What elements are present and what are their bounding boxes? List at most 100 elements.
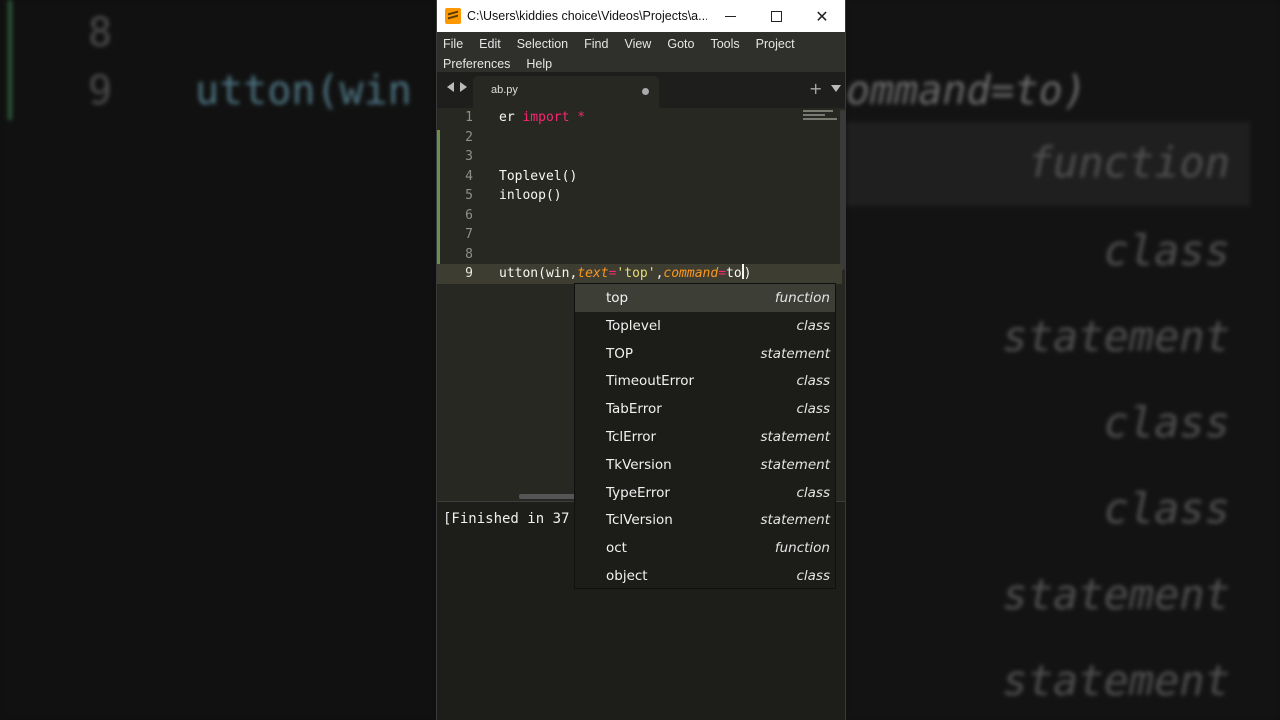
autocomplete-item[interactable]: top function <box>575 284 835 312</box>
completion-name: TypeError <box>606 484 670 501</box>
completion-name: Toplevel <box>606 317 661 334</box>
menu-help[interactable]: Help <box>526 54 552 74</box>
line-number: 2 <box>465 129 473 145</box>
autocomplete-item[interactable]: object class <box>575 562 835 590</box>
code-line: 1 er import * <box>437 108 845 128</box>
code-text: Toplevel() <box>499 168 578 184</box>
line-number: 9 <box>465 266 473 281</box>
completion-kind: function <box>774 290 830 306</box>
menu-goto[interactable]: Goto <box>667 34 694 54</box>
completion-kind: statement <box>760 512 830 529</box>
completion-name: TOP <box>606 345 634 362</box>
background-line-number: 8 <box>88 10 113 56</box>
completion-name: oct <box>606 540 627 557</box>
autocomplete-item[interactable]: oct function <box>575 534 835 562</box>
menu-preferences[interactable]: Preferences <box>443 54 510 74</box>
code-fragment: er <box>499 110 523 125</box>
menu-view[interactable]: View <box>624 34 651 54</box>
autocomplete-item[interactable]: TimeoutError class <box>575 367 835 395</box>
autocomplete-item[interactable]: TkVersion statement <box>575 451 835 479</box>
menu-file[interactable]: File <box>443 34 463 54</box>
completion-name: object <box>606 568 648 584</box>
completion-name: TabError <box>606 401 662 418</box>
menu-find[interactable]: Find <box>584 34 608 54</box>
line-number: 6 <box>465 207 473 223</box>
unsaved-dot-icon[interactable] <box>642 88 649 95</box>
code-fragment: * <box>569 110 586 125</box>
completion-kind: class <box>796 568 830 584</box>
autocomplete-item[interactable]: TclVersion statement <box>575 506 835 534</box>
autocomplete-item[interactable]: TOP statement <box>575 340 835 368</box>
line-number: 3 <box>465 149 473 164</box>
tab-left-arrow-icon[interactable] <box>447 82 454 92</box>
close-button[interactable]: ✕ <box>799 0 845 32</box>
line-number: 8 <box>465 246 473 262</box>
close-paren: ) <box>743 266 752 281</box>
menu-project[interactable]: Project <box>756 34 795 54</box>
autocomplete-item[interactable]: TypeError class <box>575 479 835 507</box>
menu-edit[interactable]: Edit <box>479 34 501 54</box>
autocomplete-popup[interactable]: top function Toplevel class TOP statemen… <box>574 283 836 589</box>
code-line: 8 <box>437 245 845 265</box>
tab-label: ab.py <box>491 84 518 96</box>
minimize-button[interactable] <box>707 0 753 32</box>
operator: = <box>718 266 727 281</box>
typed-text: to <box>726 266 742 281</box>
completion-kind: class <box>796 401 830 418</box>
background-left-panel: 8 9 utton(win <box>0 0 436 720</box>
tab-ab-py[interactable]: ab.py <box>473 76 659 108</box>
build-output-text: [Finished in 37 <box>443 511 570 527</box>
code-text: inloop() <box>499 188 562 203</box>
minimize-icon <box>724 15 736 17</box>
autocomplete-item[interactable]: Toplevel class <box>575 312 835 340</box>
completion-name: TimeoutError <box>606 373 695 390</box>
line-number: 4 <box>465 168 473 184</box>
autocomplete-item[interactable]: TclError statement <box>575 423 835 451</box>
background-kind: statement <box>1002 570 1230 619</box>
title-bar[interactable]: C:\Users\kiddies choice\Videos\Projects\… <box>437 0 845 32</box>
autocomplete-item[interactable]: TabError class <box>575 395 835 423</box>
completion-kind: statement <box>760 456 830 473</box>
background-kind: function <box>1027 138 1230 187</box>
code-line: 5 inloop() <box>437 186 845 206</box>
menu-selection[interactable]: Selection <box>517 34 568 54</box>
maximize-button[interactable] <box>753 0 799 32</box>
new-tab-plus-icon[interactable]: + <box>809 79 822 98</box>
code-text: utton(win,text='top',command=to) <box>499 264 752 284</box>
background-kind: statement <box>1002 312 1230 361</box>
sublime-logo-icon <box>445 8 461 24</box>
background-kind: class <box>1103 226 1230 275</box>
code-line-current: 9 utton(win,text='top',command=to) <box>437 264 842 284</box>
tab-right-arrow-icon[interactable] <box>460 82 467 92</box>
completion-kind: class <box>796 484 830 501</box>
background-kind: class <box>1103 484 1230 533</box>
background-command: ommand=to) <box>846 68 1087 114</box>
code-line: 7 <box>437 225 845 245</box>
completion-kind: statement <box>760 429 830 445</box>
completion-name: TkVersion <box>606 456 672 473</box>
param-text: text <box>577 266 609 281</box>
background-right-panel: ommand=to) function class statement clas… <box>846 0 1280 720</box>
maximize-icon <box>770 10 782 22</box>
completion-kind: statement <box>760 345 830 362</box>
completion-name: TclVersion <box>606 512 673 529</box>
completion-name: top <box>606 290 629 306</box>
menu-tools[interactable]: Tools <box>710 34 739 54</box>
code-line: 3 <box>437 147 845 167</box>
background-kind: statement <box>1002 656 1230 705</box>
string-literal: 'top' <box>616 266 656 281</box>
completion-name: TclError <box>606 429 657 445</box>
background-kind: class <box>1103 398 1230 447</box>
line-number: 7 <box>465 227 473 242</box>
line-number: 1 <box>465 110 473 125</box>
line-number: 5 <box>465 188 473 203</box>
menu-row: Preferences Help <box>443 54 839 74</box>
code-text: er import * <box>499 108 585 128</box>
tab-list-chevron-down-icon[interactable] <box>831 85 841 92</box>
keyword-import: import <box>522 110 570 125</box>
background-gutter-marker <box>8 0 12 120</box>
background-line-number: 9 <box>88 68 113 114</box>
completion-kind: class <box>796 317 830 334</box>
completion-kind: class <box>796 373 830 390</box>
code-line: 4 Toplevel() <box>437 167 845 187</box>
